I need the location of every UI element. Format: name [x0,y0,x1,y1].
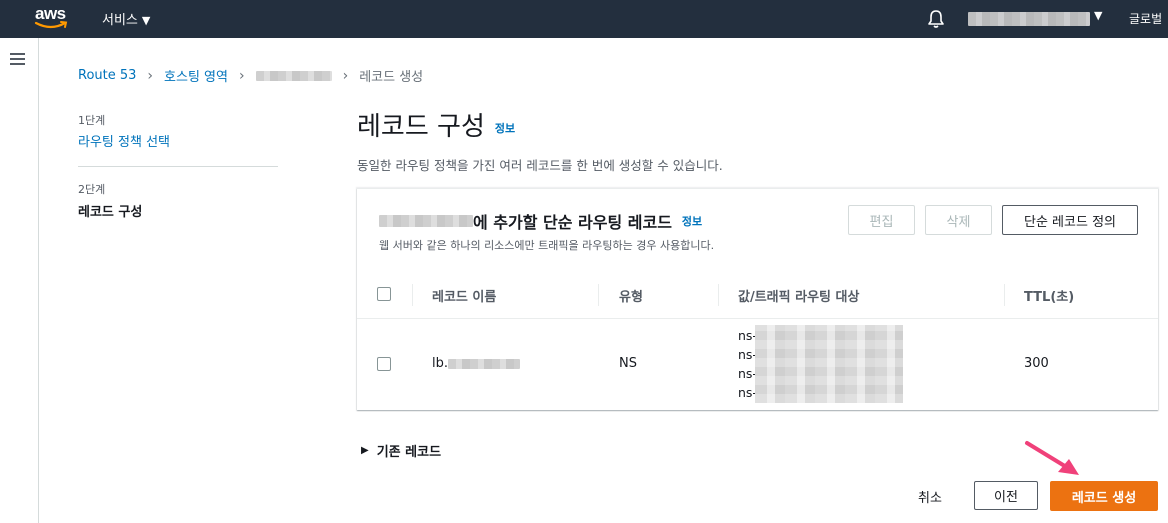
column-value[interactable]: 값/트래픽 라우팅 대상 [738,286,859,305]
breadcrumb-chevron-icon: › [147,67,154,84]
table-header: 레코드 이름 유형 값/트래픽 라우팅 대상 TTL(초) [357,270,1158,319]
cancel-button[interactable]: 취소 [918,487,942,506]
record-ttl-cell: 300 [1024,356,1049,371]
panel-title: 에 추가할 단순 라우팅 레코드 정보 [379,209,714,233]
breadcrumb-route53[interactable]: Route 53 [78,68,136,83]
panel-title-text: 에 추가할 단순 라우팅 레코드 [473,213,672,232]
record-name-cell: lb. [432,356,520,371]
top-navigation-bar: aws 서비스 ▼ ▼ 글로벌 [0,0,1168,38]
column-type[interactable]: 유형 [619,286,643,305]
step1-number: 1단계 [78,114,106,127]
record-name-redacted [448,358,520,369]
column-divider [718,284,719,306]
zone-name-redacted [379,215,473,227]
existing-records-expander[interactable]: ▶ 기존 레코드 [361,441,441,460]
select-all-checkbox[interactable] [377,287,391,301]
breadcrumb-chevron-icon: › [342,67,349,84]
column-divider [412,284,413,306]
existing-records-label: 기존 레코드 [376,445,442,460]
page-description: 동일한 라우팅 정책을 가진 여러 레코드를 한 번에 생성할 수 있습니다. [357,158,723,173]
ns-values-redacted [755,325,903,403]
account-menu-redacted[interactable] [968,12,1090,26]
page-title-text: 레코드 구성 [357,112,485,142]
aws-smile-icon [34,21,68,29]
bell-icon[interactable] [926,9,946,33]
services-menu[interactable]: 서비스 ▼ [102,9,150,28]
breadcrumb-chevron-icon: › [238,67,245,84]
annotation-arrow-icon [1025,441,1079,475]
caret-right-icon: ▶ [361,445,369,456]
column-ttl[interactable]: TTL(초) [1024,286,1074,305]
record-name-prefix: lb. [432,356,448,371]
page-title: 레코드 구성 정보 [357,106,515,143]
panel-info-link[interactable]: 정보 [682,213,702,229]
caret-down-icon: ▼ [141,14,151,27]
region-selector[interactable]: 글로벌 [1129,10,1162,27]
column-record-name[interactable]: 레코드 이름 [432,286,496,305]
previous-button[interactable]: 이전 [974,481,1038,510]
services-label: 서비스 [102,13,138,28]
record-type-cell: NS [619,356,637,371]
step2-label: 레코드 구성 [78,205,143,220]
edit-button[interactable]: 편집 [848,205,915,235]
breadcrumb-current: 레코드 생성 [359,70,424,85]
column-divider [598,284,599,306]
breadcrumb-hosted-zones[interactable]: 호스팅 영역 [164,66,228,85]
wizard-steps: 1단계 라우팅 정책 선택 2단계 레코드 구성 [78,112,278,220]
panel-subtitle: 웹 서버와 같은 하나의 리소스에만 트래픽을 라우팅하는 경우 사용합니다. [379,239,715,252]
define-simple-record-button[interactable]: 단순 레코드 정의 [1002,205,1138,235]
records-panel: 에 추가할 단순 라우팅 레코드 정보 웹 서버와 같은 하나의 리소스에만 트래… [357,188,1158,410]
row-checkbox[interactable] [377,357,391,371]
breadcrumb-zone-redacted[interactable] [255,70,332,81]
breadcrumb: Route 53 › 호스팅 영역 › › 레코드 생성 [78,66,424,86]
step2-number: 2단계 [78,183,106,196]
delete-button[interactable]: 삭제 [925,205,992,235]
panel-header: 에 추가할 단순 라우팅 레코드 정보 웹 서버와 같은 하나의 리소스에만 트래… [379,209,714,253]
menu-hamburger-icon[interactable] [10,53,25,65]
aws-logo[interactable]: aws [34,4,70,34]
account-caret-down-icon[interactable]: ▼ [1094,9,1102,22]
step1-link[interactable]: 라우팅 정책 선택 [78,131,170,150]
side-rail [0,38,39,523]
column-divider [1004,284,1005,306]
page-info-link[interactable]: 정보 [495,122,515,135]
step-divider [78,166,278,167]
create-records-button[interactable]: 레코드 생성 [1050,481,1158,511]
